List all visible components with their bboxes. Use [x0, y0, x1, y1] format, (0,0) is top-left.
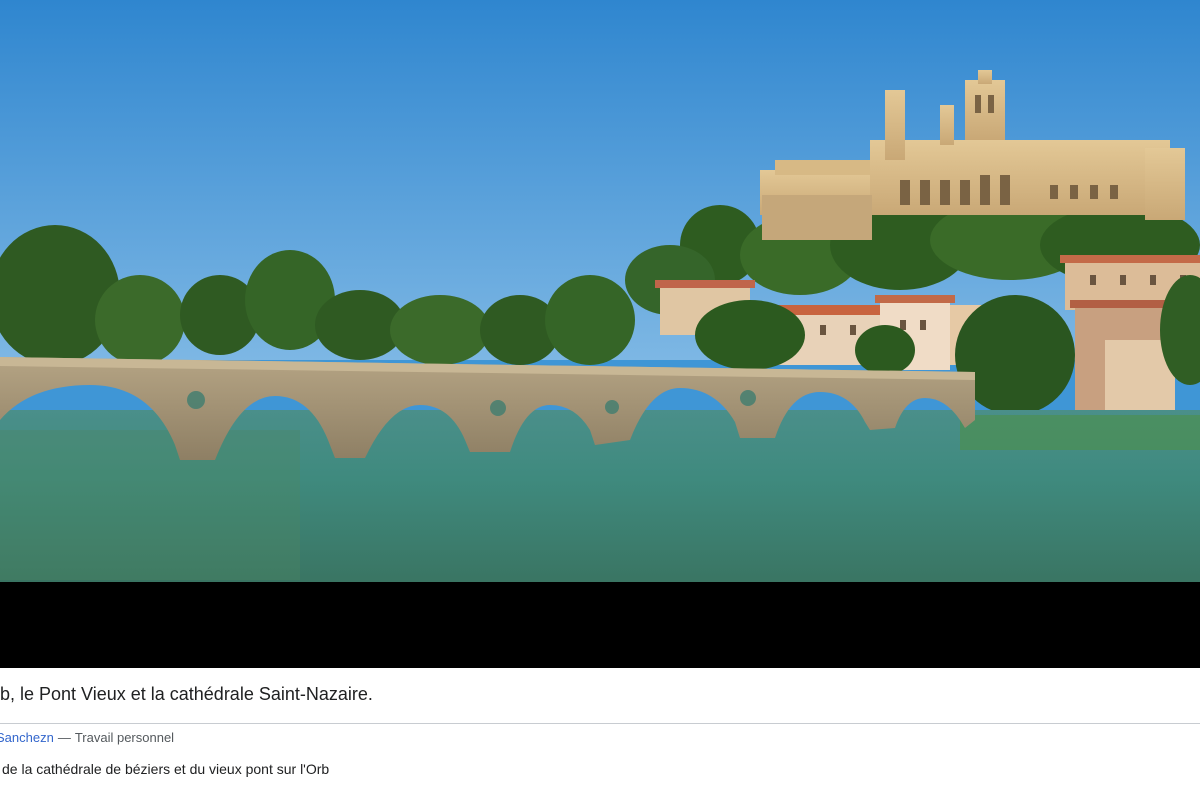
separator: — [57, 730, 71, 745]
image-caption: rb, le Pont Vieux et la cathédrale Saint… [0, 684, 373, 704]
photo-scene [0, 0, 1200, 582]
source-label: Travail personnel [74, 730, 175, 745]
author-link[interactable]: Sanchezn [0, 730, 54, 745]
image-description: de la cathédrale de béziers et du vieux … [2, 761, 330, 777]
attribution-line: Sanchezn — Travail personnel [0, 730, 174, 745]
divider [0, 723, 1200, 724]
photo[interactable] [0, 0, 1200, 582]
caption-panel: rb, le Pont Vieux et la cathédrale Saint… [0, 668, 1200, 800]
media-viewer: rb, le Pont Vieux et la cathédrale Saint… [0, 0, 1200, 800]
letterbox-bar [0, 582, 1200, 668]
